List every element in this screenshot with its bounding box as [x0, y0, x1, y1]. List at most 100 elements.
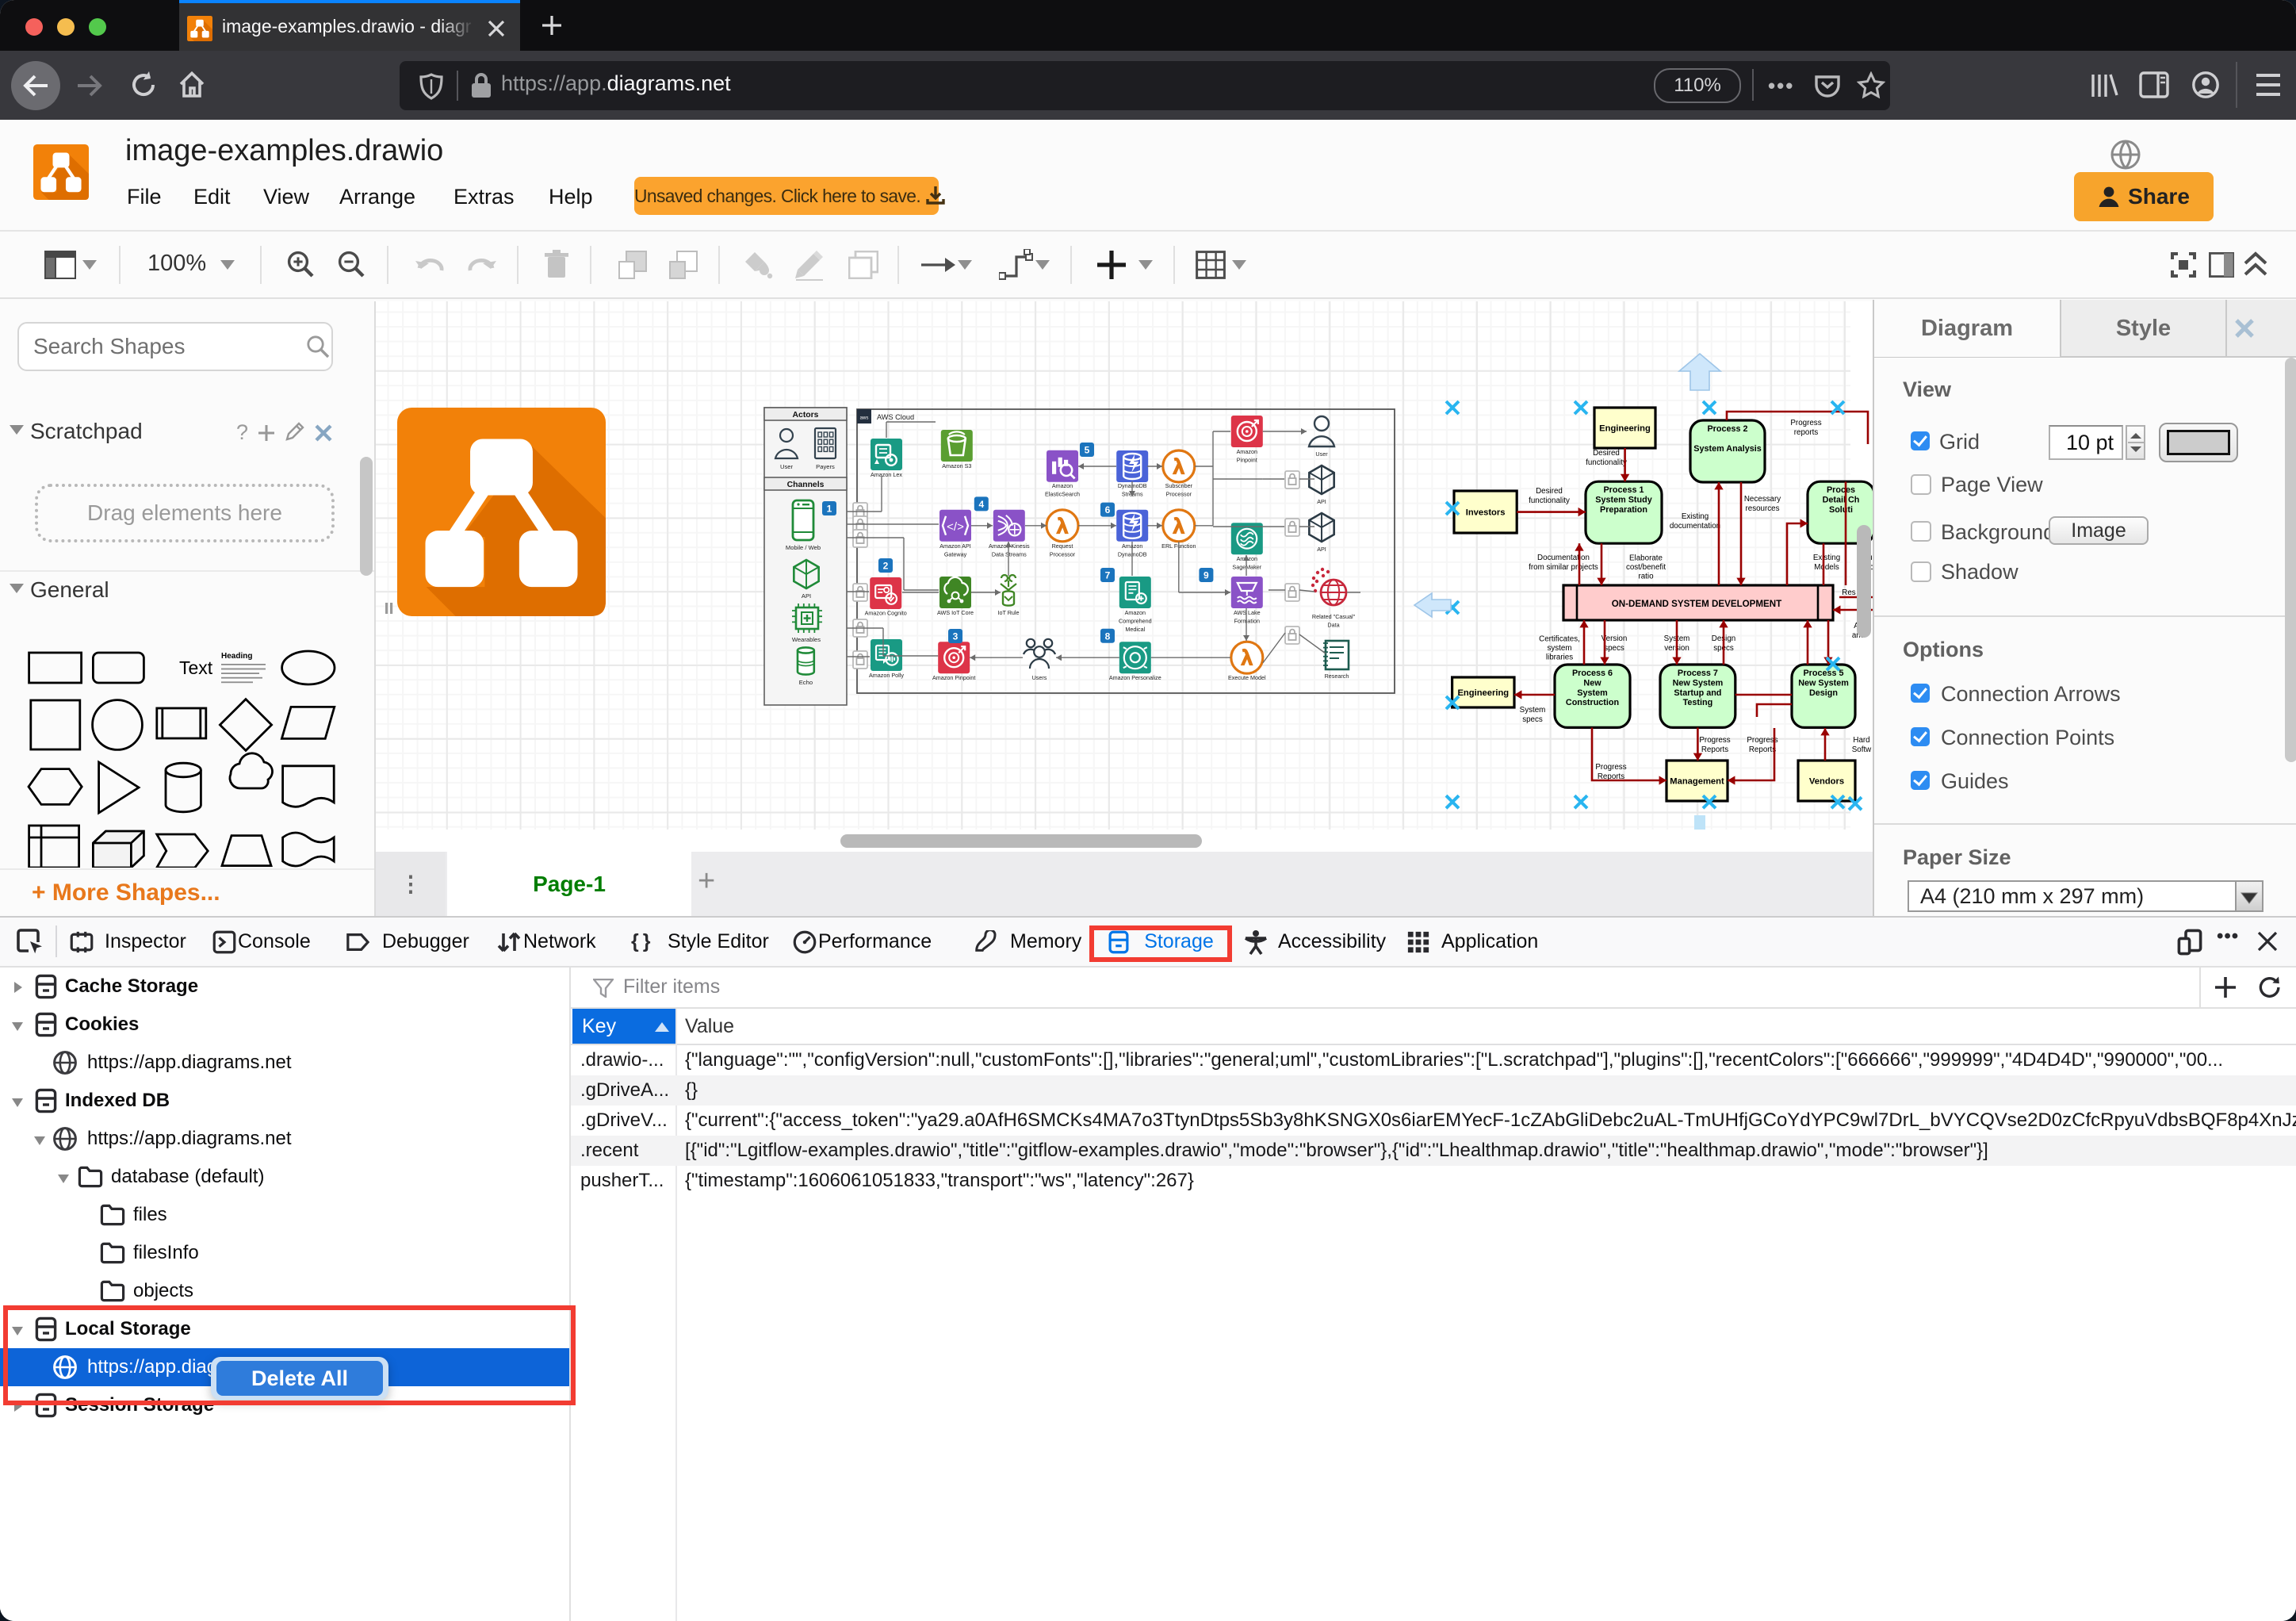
svg-text:Amazon: Amazon	[1125, 609, 1146, 616]
svg-text:Detail Ch: Detail Ch	[1823, 496, 1860, 505]
svg-text:specs: specs	[1604, 644, 1624, 653]
svg-text:Amazon Cognito: Amazon Cognito	[865, 610, 907, 617]
svg-text:ON-DEMAND SYSTEM DEVELOPMENT: ON-DEMAND SYSTEM DEVELOPMENT	[1612, 599, 1782, 609]
svg-text:AWS Lake: AWS Lake	[1234, 609, 1261, 616]
svg-text:documentation: documentation	[1670, 522, 1720, 531]
svg-text:Mobile / Web: Mobile / Web	[786, 544, 821, 551]
svg-text:cost/benefit: cost/benefit	[1626, 563, 1666, 572]
svg-text:Documentation: Documentation	[1537, 554, 1590, 562]
svg-text:Channels: Channels	[787, 481, 825, 489]
svg-text:2: 2	[883, 561, 889, 572]
svg-text:Existing: Existing	[1682, 512, 1709, 521]
svg-text:Amazon: Amazon	[1052, 482, 1073, 489]
svg-text:aws: aws	[860, 416, 869, 421]
svg-text:Progress: Progress	[1790, 419, 1821, 427]
svg-text:functionality: functionality	[1529, 496, 1570, 505]
svg-text:API: API	[1317, 546, 1326, 553]
svg-text:Amazon Polly: Amazon Polly	[869, 672, 904, 679]
svg-text:Data Streams: Data Streams	[992, 550, 1027, 558]
svg-text:Wearables: Wearables	[792, 636, 821, 643]
svg-text:Existing: Existing	[1813, 554, 1840, 562]
svg-text:4: 4	[978, 499, 984, 510]
svg-text:Process 1: Process 1	[1603, 485, 1644, 495]
svg-text:libraries: libraries	[1546, 653, 1573, 662]
svg-text:Desired: Desired	[1536, 487, 1563, 496]
svg-text:Amazon Lex: Amazon Lex	[871, 471, 902, 478]
svg-text:Engineering: Engineering	[1599, 424, 1651, 434]
svg-text:λ: λ	[1242, 646, 1252, 669]
svg-text:System: System	[1577, 688, 1607, 698]
svg-text:Design: Design	[1809, 688, 1838, 698]
svg-text:Progress: Progress	[1595, 763, 1626, 772]
svg-text:Proces: Proces	[1827, 485, 1855, 495]
svg-text:9: 9	[1203, 570, 1209, 581]
svg-text:New System: New System	[1673, 678, 1724, 688]
svg-text:Process 2: Process 2	[1707, 424, 1747, 434]
svg-text:Payers: Payers	[816, 463, 835, 470]
svg-text:Research: Research	[1325, 673, 1349, 680]
svg-text:λ: λ	[1173, 454, 1184, 478]
svg-text:Investors: Investors	[1466, 508, 1506, 518]
svg-text:Pinpoint: Pinpoint	[1237, 456, 1257, 463]
svg-text:Text: Text	[179, 657, 213, 678]
svg-text:Elaborate: Elaborate	[1629, 554, 1663, 562]
svg-text:system: system	[1547, 644, 1571, 653]
svg-text:New: New	[1583, 678, 1601, 688]
svg-text:1: 1	[827, 504, 832, 515]
svg-text:Reports: Reports	[1749, 745, 1776, 754]
svg-text:API: API	[1317, 498, 1326, 505]
svg-text:Softw: Softw	[1852, 745, 1872, 754]
svg-text:Comprehend: Comprehend	[1119, 617, 1152, 624]
svg-text:Necessary: Necessary	[1744, 495, 1781, 504]
svg-text:λ: λ	[1058, 514, 1068, 538]
svg-text:AWS IoT Core: AWS IoT Core	[937, 609, 974, 616]
svg-text:5: 5	[1085, 445, 1090, 456]
svg-text:ElasticSearch: ElasticSearch	[1045, 490, 1080, 497]
svg-text:Processor: Processor	[1166, 490, 1192, 497]
svg-text:Desired: Desired	[1593, 449, 1620, 458]
svg-text:3: 3	[953, 631, 959, 642]
svg-text:specs: specs	[1522, 715, 1543, 724]
svg-text:8: 8	[1105, 630, 1111, 642]
svg-text:API: API	[802, 592, 811, 600]
svg-text:New System: New System	[1798, 678, 1849, 688]
svg-text:Process 6: Process 6	[1572, 669, 1613, 678]
svg-text:λ: λ	[1173, 514, 1184, 538]
svg-text:SageMaker: SageMaker	[1232, 563, 1261, 570]
svg-text:Subscriber: Subscriber	[1165, 482, 1193, 489]
svg-text:6: 6	[1105, 504, 1111, 515]
svg-text:Res: Res	[1842, 588, 1856, 597]
svg-text:Request: Request	[1052, 542, 1073, 550]
svg-text:reports: reports	[1794, 428, 1819, 437]
svg-text:Gateway: Gateway	[944, 550, 967, 558]
svg-text:Certificates,: Certificates,	[1539, 634, 1580, 643]
svg-text:Heading: Heading	[221, 652, 252, 661]
svg-text:Processor: Processor	[1050, 550, 1076, 558]
svg-text:Models: Models	[1814, 563, 1839, 572]
svg-text:User: User	[1315, 450, 1328, 458]
svg-text:resources: resources	[1745, 504, 1779, 513]
svg-text:</>: </>	[947, 520, 964, 534]
svg-text:ratio: ratio	[1638, 573, 1654, 581]
svg-text:Echo: Echo	[799, 679, 813, 686]
svg-text:Formation: Formation	[1234, 617, 1260, 624]
svg-text:Hard: Hard	[1853, 736, 1869, 745]
svg-text:Amazon S3: Amazon S3	[942, 462, 971, 469]
svg-text:Progress: Progress	[1699, 736, 1730, 745]
svg-text:System Analysis: System Analysis	[1693, 444, 1761, 454]
svg-text:IoT Rule: IoT Rule	[997, 609, 1019, 616]
svg-text:Vendors: Vendors	[1809, 777, 1844, 787]
svg-text:Process 7: Process 7	[1678, 669, 1718, 678]
svg-text:AWS Cloud: AWS Cloud	[877, 413, 914, 421]
svg-text:Related "Casual": Related "Casual"	[1312, 613, 1356, 620]
svg-text:Soluti: Soluti	[1829, 505, 1853, 515]
svg-text:Reports: Reports	[1701, 745, 1728, 754]
svg-text:Construction: Construction	[1566, 698, 1619, 707]
svg-text:Amazon: Amazon	[1237, 448, 1257, 455]
svg-text:User: User	[780, 463, 794, 470]
svg-text:Amazon API: Amazon API	[939, 542, 971, 550]
svg-text:Users: Users	[1032, 674, 1047, 681]
svg-text:Management: Management	[1670, 777, 1724, 787]
svg-text:System: System	[1520, 706, 1546, 715]
svg-text:functionality: functionality	[1586, 458, 1627, 467]
